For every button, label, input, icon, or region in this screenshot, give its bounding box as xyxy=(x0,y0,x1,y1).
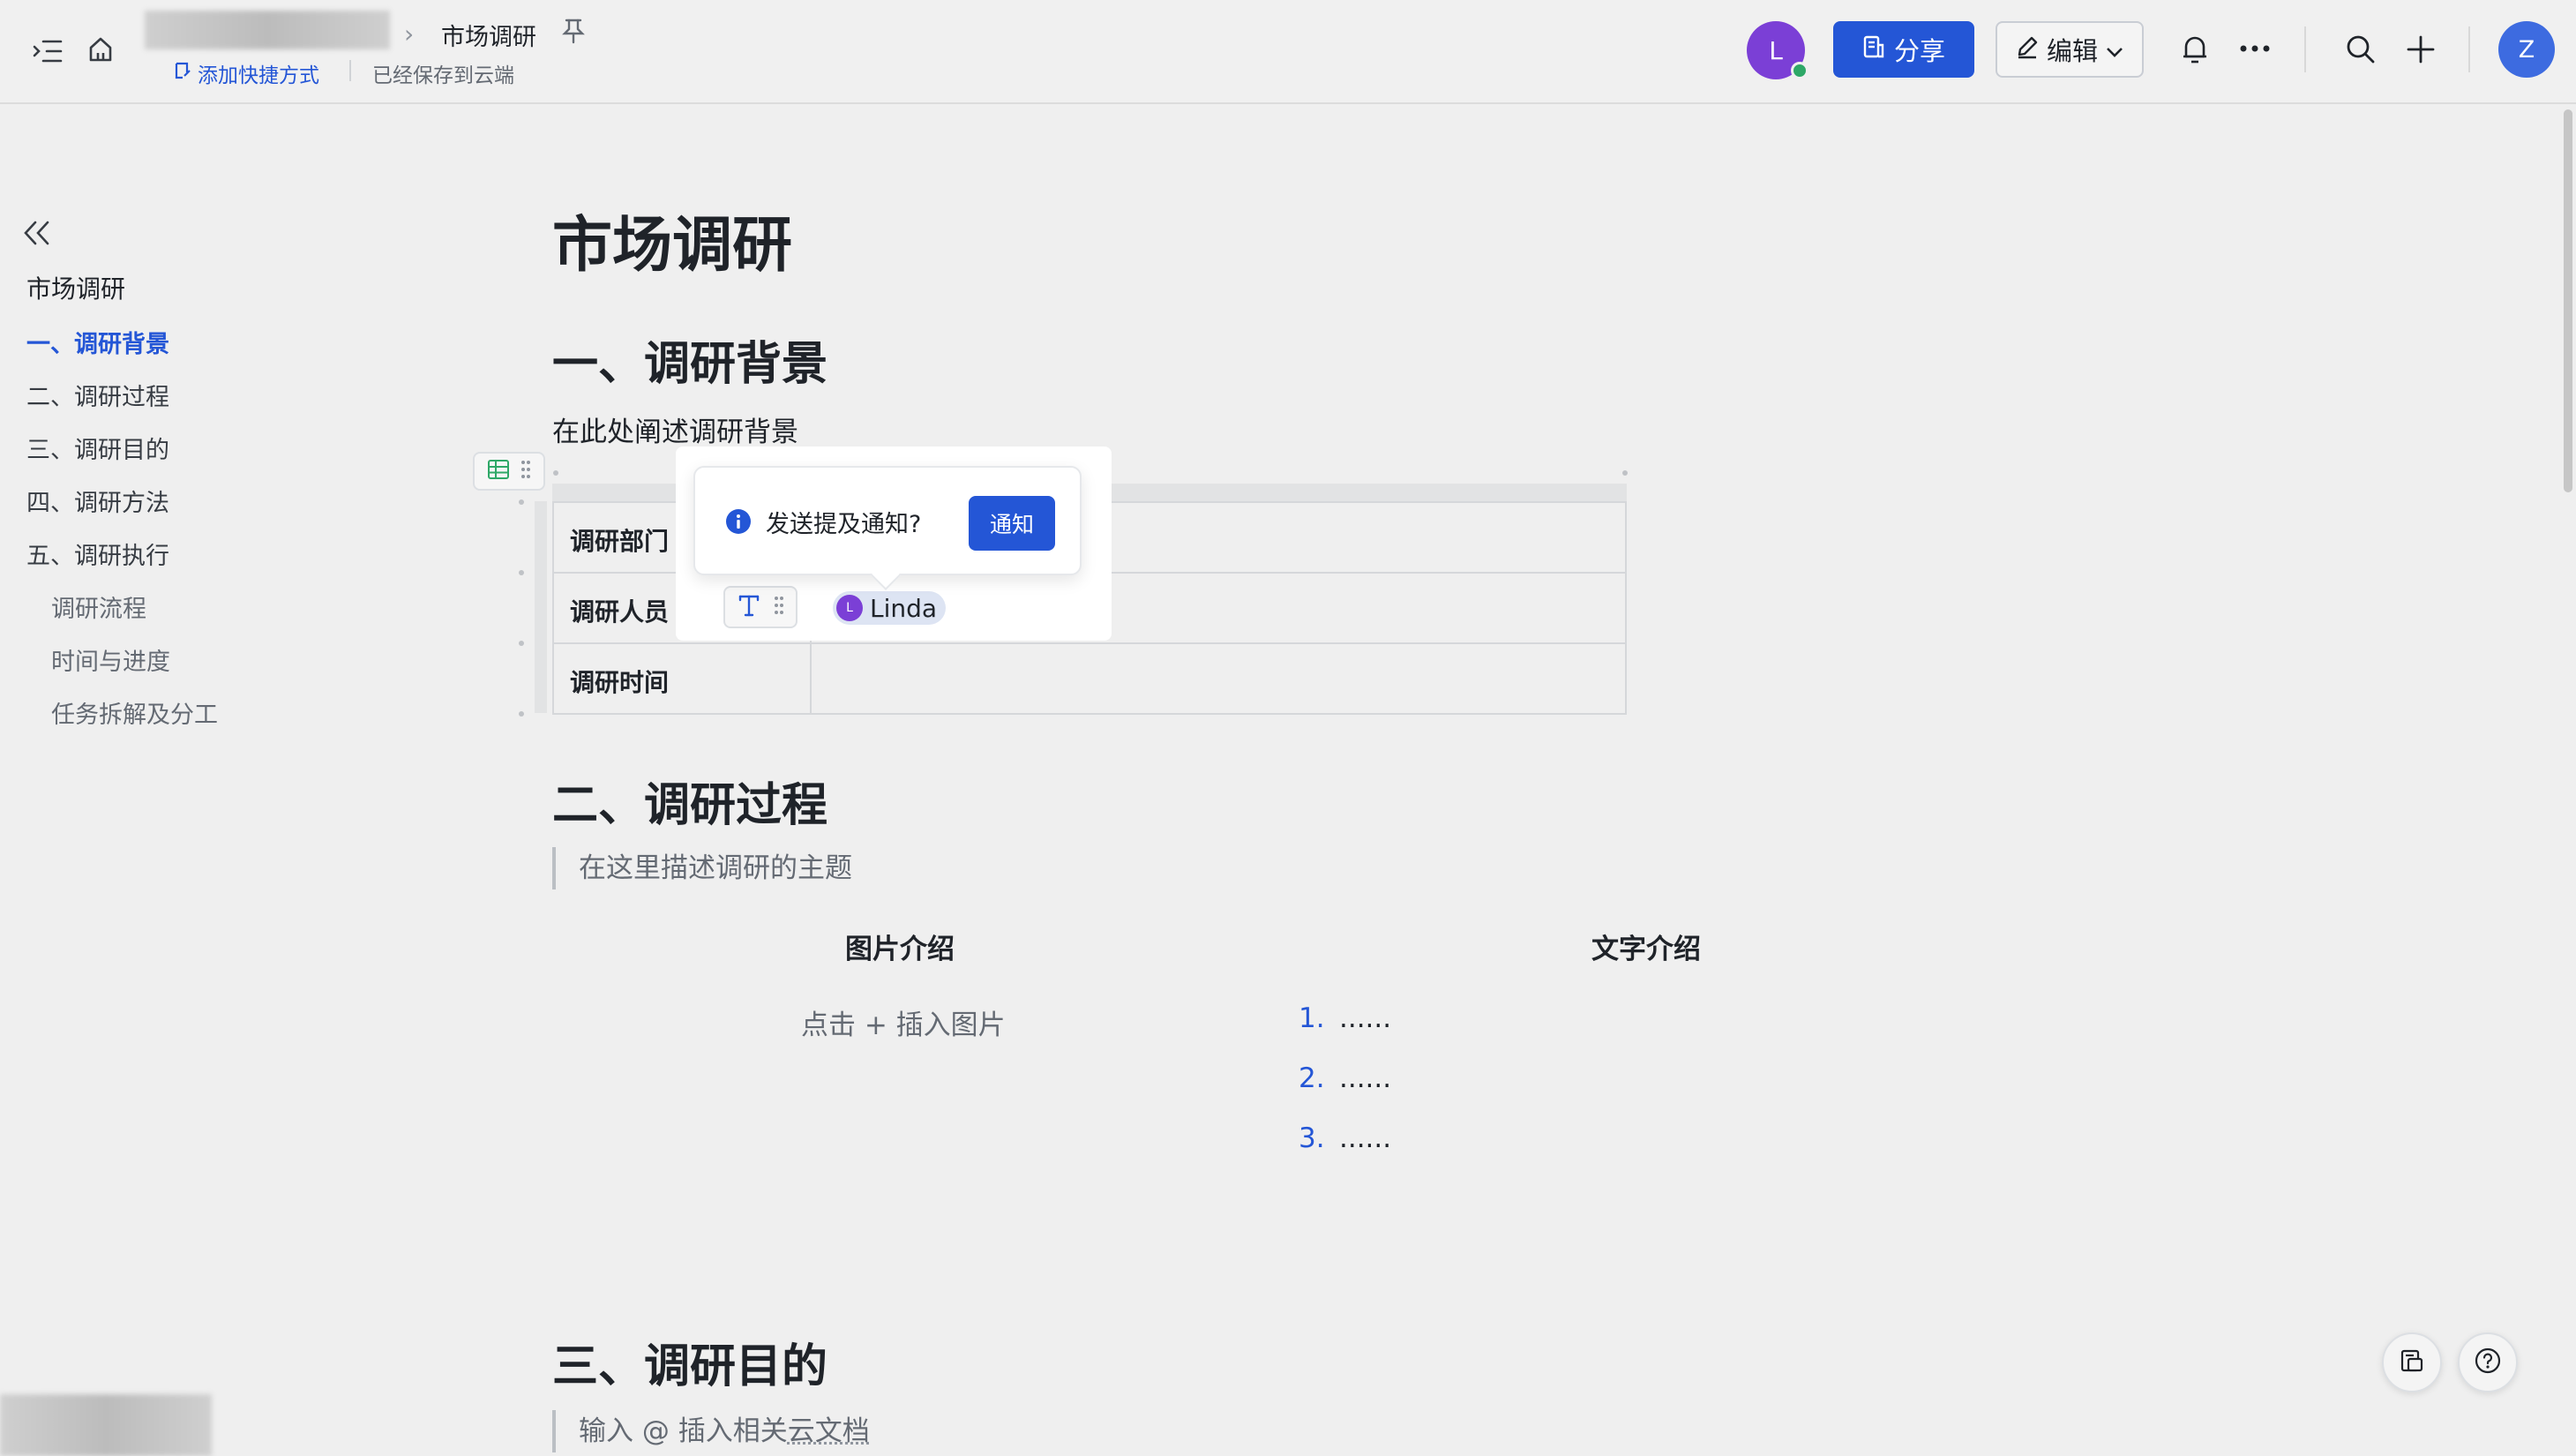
outline-toggle-icon[interactable] xyxy=(30,34,65,69)
row-dot xyxy=(519,499,524,505)
list-number: 1. xyxy=(1299,1002,1325,1034)
row-dot xyxy=(519,641,524,646)
background-paragraph[interactable]: 在此处阐述调研背景 xyxy=(552,409,798,449)
image-column-title[interactable]: 图片介绍 xyxy=(845,927,955,966)
page-title[interactable]: 市场调研 xyxy=(552,196,792,283)
insert-image-placeholder[interactable]: 点击 + 插入图片 xyxy=(801,1002,1006,1042)
divider xyxy=(349,60,351,81)
edit-label: 编辑 xyxy=(2046,36,2098,66)
shortcut-icon xyxy=(173,61,192,86)
list-item[interactable]: ...... xyxy=(1339,1062,1391,1094)
table-corner-dot xyxy=(1622,470,1628,476)
outline-item-background[interactable]: 一、调研背景 xyxy=(26,325,169,359)
doc-info-button[interactable] xyxy=(2382,1332,2442,1392)
toolbar-divider xyxy=(2468,26,2470,72)
table-toolbar[interactable] xyxy=(473,452,545,491)
edit-mode-button[interactable]: 编辑 xyxy=(1996,21,2144,78)
table-row-label[interactable]: 调研部门 xyxy=(570,522,669,558)
process-quote[interactable]: 在这里描述调研的主题 xyxy=(552,847,852,889)
drag-handle-icon[interactable] xyxy=(774,595,784,619)
popover-message: 发送提及通知? xyxy=(766,511,922,538)
section-heading-process[interactable]: 二、调研过程 xyxy=(552,768,827,834)
table-row-label[interactable]: 调研时间 xyxy=(570,664,669,699)
user-mention-chip[interactable]: L Linda xyxy=(833,591,947,625)
list-number: 2. xyxy=(1299,1062,1325,1094)
outline-item-tasks[interactable]: 任务拆解及分工 xyxy=(51,695,218,730)
help-button[interactable] xyxy=(2458,1332,2518,1392)
mention-notify-popover: 发送提及通知? 通知 xyxy=(693,466,1082,575)
text-format-icon[interactable] xyxy=(737,593,761,621)
info-icon xyxy=(725,508,752,538)
share-doc-icon xyxy=(1862,34,1885,65)
drag-handle-icon[interactable] xyxy=(520,459,531,484)
doc-outline-icon xyxy=(2399,1347,2425,1377)
more-icon[interactable] xyxy=(2235,35,2274,62)
pin-icon[interactable] xyxy=(561,18,586,48)
search-icon[interactable] xyxy=(2341,30,2380,69)
outline-item-purpose[interactable]: 三、调研目的 xyxy=(26,431,169,465)
list-number: 3. xyxy=(1299,1122,1325,1154)
purpose-quote-text: 输入 @ 插入相关 xyxy=(579,1415,788,1447)
outline-item-flow[interactable]: 调研流程 xyxy=(51,589,146,624)
toolbar-divider xyxy=(2304,26,2306,72)
help-icon xyxy=(2474,1347,2502,1378)
notify-button[interactable]: 通知 xyxy=(969,496,1055,551)
table-row-label[interactable]: 调研人员 xyxy=(570,593,669,628)
outline-item-process[interactable]: 二、调研过程 xyxy=(26,378,169,412)
add-shortcut-label: 添加快捷方式 xyxy=(198,64,319,87)
table-corner-dot xyxy=(553,470,558,476)
row-dot xyxy=(519,711,524,717)
bell-icon[interactable] xyxy=(2177,30,2213,69)
list-item[interactable]: ...... xyxy=(1339,1122,1391,1154)
top-bar: › 市场调研 添加快捷方式 已经保存到云端 L 分享 编辑 Z xyxy=(0,0,2576,104)
block-toolbar[interactable] xyxy=(723,586,798,628)
outline-root[interactable]: 市场调研 xyxy=(26,270,125,305)
collapse-icon[interactable] xyxy=(21,219,53,251)
online-status-dot xyxy=(1791,62,1808,79)
share-button[interactable]: 分享 xyxy=(1833,21,1974,78)
purpose-quote[interactable]: 输入 @ 插入相关云文档 xyxy=(552,1410,870,1452)
outline-item-schedule[interactable]: 时间与进度 xyxy=(51,642,170,677)
section-heading-background[interactable]: 一、调研背景 xyxy=(552,326,827,393)
profile-avatar[interactable]: Z xyxy=(2498,21,2555,78)
row-dot xyxy=(519,570,524,575)
mention-avatar: L xyxy=(836,595,863,621)
blurred-footer xyxy=(0,1394,212,1456)
breadcrumb-separator: › xyxy=(404,19,415,49)
blurred-breadcrumb xyxy=(145,11,390,49)
mention-name: Linda xyxy=(870,593,938,623)
home-icon[interactable] xyxy=(83,32,118,67)
table-icon[interactable] xyxy=(487,459,510,484)
cloud-doc-link[interactable]: 云文档 xyxy=(788,1415,870,1447)
doc-title[interactable]: 市场调研 xyxy=(441,18,536,52)
scrollbar[interactable] xyxy=(2564,109,2572,492)
chevron-down-icon xyxy=(2105,34,2124,64)
share-label: 分享 xyxy=(1893,36,1945,66)
outline-item-method[interactable]: 四、调研方法 xyxy=(26,484,169,518)
section-heading-purpose[interactable]: 三、调研目的 xyxy=(552,1329,827,1395)
outline-item-execution[interactable]: 五、调研执行 xyxy=(26,537,169,571)
list-item[interactable]: ...... xyxy=(1339,1002,1391,1034)
pencil-icon xyxy=(2015,34,2040,65)
table-row-handle-bar[interactable] xyxy=(535,501,547,713)
add-shortcut-link[interactable]: 添加快捷方式 xyxy=(173,58,319,88)
table-row[interactable]: 调研时间 xyxy=(554,644,1625,715)
plus-icon[interactable] xyxy=(2401,30,2440,69)
text-column-title[interactable]: 文字介绍 xyxy=(1591,927,1701,966)
saved-status: 已经保存到云端 xyxy=(372,64,514,87)
